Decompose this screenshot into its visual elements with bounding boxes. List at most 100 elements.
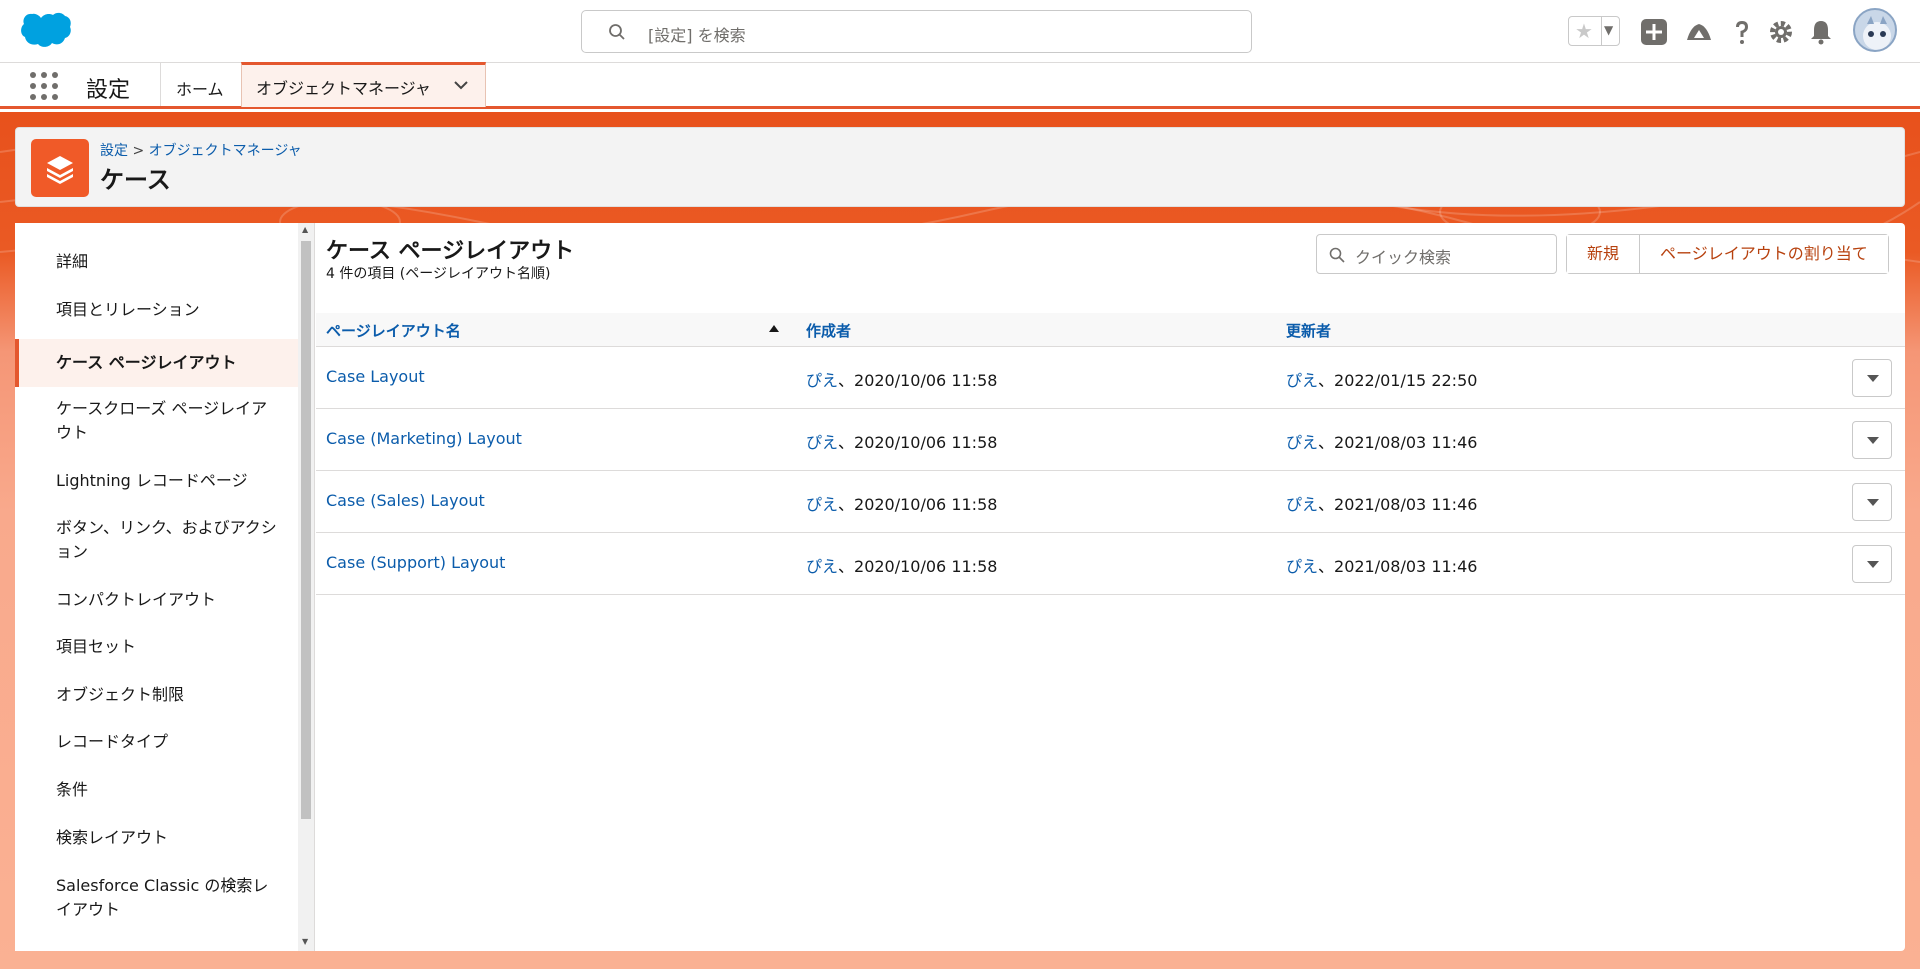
modified-by-cell: ぴえ、2021/08/03 11:46: [1286, 429, 1477, 453]
sidebar-item-lightning-record-pages[interactable]: Lightning レコードページ: [15, 469, 298, 493]
page-title: ケース: [100, 166, 171, 194]
modified-by-user-link[interactable]: ぴえ: [1286, 371, 1318, 390]
main-card: 詳細 項目とリレーション ケース ページレイアウト ケースクローズ ページレイア…: [15, 223, 1905, 951]
new-button[interactable]: 新規: [1567, 235, 1640, 273]
app-launcher-icon[interactable]: [30, 72, 58, 100]
tab-object-manager-label: オブジェクトマネージャ: [256, 79, 431, 98]
page-layouts-panel: ケース ページレイアウト 4 件の項目 (ページレイアウト名順) クイック検索 …: [316, 223, 1905, 951]
object-sidebar-nav: 詳細 項目とリレーション ケース ページレイアウト ケースクローズ ページレイア…: [15, 223, 315, 951]
favorites-dropdown-icon[interactable]: ▼: [1604, 23, 1613, 37]
tab-home[interactable]: ホーム: [176, 76, 224, 100]
modified-by-user-link[interactable]: ぴえ: [1286, 433, 1318, 452]
action-button-group: 新規 ページレイアウトの割り当て: [1566, 234, 1889, 274]
notifications-bell-icon[interactable]: [1807, 18, 1835, 46]
chevron-down-icon: [1867, 499, 1879, 506]
table-row: Case (Marketing) Layout ぴえ、2020/10/06 11…: [316, 409, 1905, 471]
section-title: ケース ページレイアウト: [326, 239, 575, 264]
sidebar-item-compact-layouts[interactable]: コンパクトレイアウト: [15, 588, 298, 612]
object-page-header: 設定 > オブジェクトマネージャ ケース: [15, 127, 1905, 207]
user-avatar[interactable]: [1853, 8, 1897, 52]
stacked-layers-icon: [31, 139, 89, 197]
settings-gear-icon[interactable]: [1767, 18, 1795, 46]
chevron-down-icon[interactable]: [452, 76, 470, 94]
modified-date: 、2021/08/03 11:46: [1318, 433, 1478, 452]
quick-search-input[interactable]: クイック検索: [1316, 234, 1557, 274]
row-actions-dropdown[interactable]: [1852, 421, 1892, 459]
breadcrumb-setup-link[interactable]: 設定: [100, 143, 128, 159]
row-actions-dropdown[interactable]: [1852, 483, 1892, 521]
sidebar-item-page-layouts[interactable]: ケース ページレイアウト: [15, 339, 298, 387]
created-by-user-link[interactable]: ぴえ: [806, 371, 838, 390]
search-placeholder: [設定] を検索: [648, 26, 746, 45]
trailhead-icon[interactable]: [1685, 18, 1713, 46]
modified-date: 、2021/08/03 11:46: [1318, 495, 1478, 514]
table-row: Case Layout ぴえ、2020/10/06 11:58 ぴえ、2022/…: [316, 347, 1905, 409]
created-date: 、2020/10/06 11:58: [838, 371, 998, 390]
row-actions-dropdown[interactable]: [1852, 359, 1892, 397]
scroll-up-arrow-icon[interactable]: ▲: [302, 225, 308, 234]
created-by-user-link[interactable]: ぴえ: [806, 495, 838, 514]
sidebar-item-record-types[interactable]: レコードタイプ: [15, 730, 298, 754]
add-icon[interactable]: [1640, 18, 1668, 46]
app-name: 設定: [86, 78, 131, 103]
sidebar-item-criteria[interactable]: 条件: [15, 778, 298, 802]
column-header-modified-by[interactable]: 更新者: [1286, 320, 1331, 341]
modified-date: 、2022/01/15 22:50: [1318, 371, 1478, 390]
sidebar-item-field-sets[interactable]: 項目セット: [15, 635, 298, 659]
chevron-down-icon: [1867, 437, 1879, 444]
sidebar-item-search-layouts[interactable]: 検索レイアウト: [15, 826, 298, 850]
breadcrumb: 設定 > オブジェクトマネージャ: [100, 140, 302, 160]
layout-name-link[interactable]: Case (Marketing) Layout: [326, 429, 522, 448]
help-icon[interactable]: [1728, 18, 1756, 46]
sidebar-item-case-close-page-layouts[interactable]: ケースクローズ ページレイアウト: [15, 397, 298, 445]
context-navigation-bar: 設定 ホーム オブジェクトマネージャ: [0, 62, 1920, 109]
created-date: 、2020/10/06 11:58: [838, 557, 998, 576]
sidebar-item-details[interactable]: 詳細: [15, 250, 298, 274]
created-by-cell: ぴえ、2020/10/06 11:58: [806, 429, 997, 453]
global-search-input[interactable]: [設定] を検索: [581, 10, 1252, 53]
sort-ascending-icon[interactable]: [769, 325, 779, 332]
sidebar-scrollbar-thumb[interactable]: [301, 241, 311, 819]
created-by-user-link[interactable]: ぴえ: [806, 557, 838, 576]
chevron-down-icon: [1867, 375, 1879, 382]
column-header-layout-name[interactable]: ページレイアウト名: [326, 320, 461, 341]
sidebar-item-classic-search-layouts[interactable]: Salesforce Classic の検索レイアウト: [15, 874, 298, 922]
salesforce-logo[interactable]: [20, 12, 72, 50]
modified-by-cell: ぴえ、2021/08/03 11:46: [1286, 491, 1477, 515]
search-icon: [609, 24, 625, 40]
modified-by-cell: ぴえ、2021/08/03 11:46: [1286, 553, 1477, 577]
global-header: [設定] を検索 ★ ▼: [0, 0, 1920, 63]
sidebar-item-fields-relationships[interactable]: 項目とリレーション: [15, 298, 298, 322]
modified-by-cell: ぴえ、2022/01/15 22:50: [1286, 367, 1477, 391]
layout-name-link[interactable]: Case (Support) Layout: [326, 553, 505, 572]
created-by-cell: ぴえ、2020/10/06 11:58: [806, 553, 997, 577]
created-by-cell: ぴえ、2020/10/06 11:58: [806, 367, 997, 391]
breadcrumb-separator: >: [132, 143, 145, 159]
layout-name-link[interactable]: Case Layout: [326, 367, 425, 386]
created-date: 、2020/10/06 11:58: [838, 433, 998, 452]
section-subtitle: 4 件の項目 (ページレイアウト名順): [326, 266, 551, 282]
breadcrumb-object-manager-link[interactable]: オブジェクトマネージャ: [149, 143, 302, 159]
created-by-cell: ぴえ、2020/10/06 11:58: [806, 491, 997, 515]
favorites-button[interactable]: ★ ▼: [1568, 16, 1620, 46]
modified-by-user-link[interactable]: ぴえ: [1286, 557, 1318, 576]
column-header-created-by[interactable]: 作成者: [806, 320, 851, 341]
quick-search-placeholder: クイック検索: [1355, 248, 1452, 267]
modified-date: 、2021/08/03 11:46: [1318, 557, 1478, 576]
search-icon: [1329, 247, 1345, 263]
table-row: Case (Sales) Layout ぴえ、2020/10/06 11:58 …: [316, 471, 1905, 533]
sidebar-item-object-limits[interactable]: オブジェクト制限: [15, 683, 298, 707]
scroll-down-arrow-icon[interactable]: ▼: [302, 937, 308, 946]
sidebar-scrollbar[interactable]: ▲ ▼: [298, 223, 314, 951]
row-actions-dropdown[interactable]: [1852, 545, 1892, 583]
sidebar-item-buttons-links-actions[interactable]: ボタン、リンク、およびアクション: [15, 516, 298, 564]
tab-object-manager[interactable]: オブジェクトマネージャ: [241, 62, 486, 107]
page-layout-assignment-button[interactable]: ページレイアウトの割り当て: [1639, 235, 1888, 273]
layout-name-link[interactable]: Case (Sales) Layout: [326, 491, 485, 510]
created-by-user-link[interactable]: ぴえ: [806, 433, 838, 452]
table-row: Case (Support) Layout ぴえ、2020/10/06 11:5…: [316, 533, 1905, 595]
table-header: ページレイアウト名 作成者 更新者: [316, 313, 1905, 347]
modified-by-user-link[interactable]: ぴえ: [1286, 495, 1318, 514]
chevron-down-icon: [1867, 561, 1879, 568]
favorites-star-icon[interactable]: ★: [1575, 21, 1593, 41]
